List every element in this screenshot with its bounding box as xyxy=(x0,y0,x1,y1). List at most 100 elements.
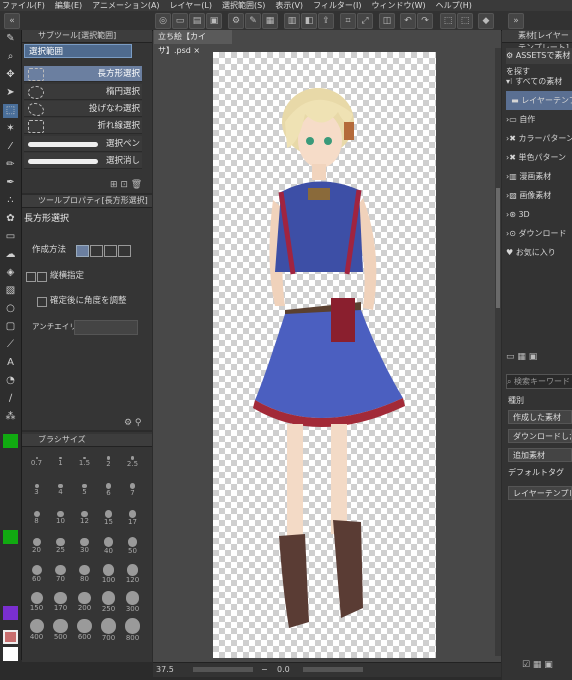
sub-color-icon[interactable] xyxy=(3,647,18,661)
menu-edit[interactable]: 編集(E) xyxy=(55,0,82,11)
fill-tool-icon[interactable]: ◈ xyxy=(3,266,18,280)
canvas-tab[interactable]: 立ち絵【カイサ】.psd × xyxy=(154,30,232,55)
brush-size-cell[interactable]: 60 xyxy=(26,562,47,583)
brush-size-cell[interactable]: 4 xyxy=(50,478,71,499)
add-selection-icon[interactable] xyxy=(90,245,103,257)
brush-size-cell[interactable]: 400 xyxy=(26,618,47,641)
zoom-tool-icon[interactable]: ⌕ xyxy=(3,50,18,64)
subtool-lasso-select[interactable]: 投げなわ選択 xyxy=(24,101,142,117)
brush-size-cell[interactable]: 20 xyxy=(26,534,47,555)
tag-created-materials[interactable]: 作成した素材 xyxy=(508,410,572,424)
airbrush-tool-icon[interactable]: ∴ xyxy=(3,194,18,208)
assets-search-button[interactable]: ⚙ ASSETSで素材を探す xyxy=(506,48,572,76)
menu-window[interactable]: ウィンドウ(W) xyxy=(372,0,426,11)
tool-settings-icon[interactable]: ⚙ xyxy=(228,13,244,29)
menu-layer[interactable]: レイヤー(L) xyxy=(170,0,212,11)
tree-item-color-pattern[interactable]: ›✖ カラーパターン xyxy=(506,129,572,148)
rotation-value[interactable]: 0.0 xyxy=(277,663,290,677)
brush-size-cell[interactable]: 1.5 xyxy=(74,450,95,471)
brush-size-cell[interactable]: 150 xyxy=(26,590,47,612)
purple-swatch-icon[interactable] xyxy=(3,606,18,620)
tree-item-mono-pattern[interactable]: ›✖ 単色パターン xyxy=(506,148,572,167)
tree-item-self-made[interactable]: ›▭ 自作 xyxy=(506,110,572,129)
brush-tool-icon[interactable]: ✒ xyxy=(3,176,18,190)
blend-tool-icon[interactable]: ☁ xyxy=(3,248,18,262)
material-view-icons[interactable]: ▭ ▦ ▣ xyxy=(506,352,537,362)
brush-size-cell[interactable]: 200 xyxy=(74,590,95,612)
line-correction-tool-icon[interactable]: ∕ xyxy=(3,392,18,406)
operation-tool-icon[interactable]: ➤ xyxy=(3,86,18,100)
subtool-group-tab[interactable]: 選択範囲 xyxy=(24,44,132,58)
clear-icon[interactable]: ◫ xyxy=(379,13,395,29)
rotation-slider[interactable] xyxy=(303,667,363,672)
brush-size-cell[interactable]: 300 xyxy=(122,590,143,613)
ruler-tool-icon[interactable]: ⟋ xyxy=(3,338,18,352)
close-tab-icon[interactable]: × xyxy=(193,46,200,55)
crop-icon[interactable]: ⌗ xyxy=(340,13,356,29)
tree-item-manga[interactable]: ›▥ 漫画素材 xyxy=(506,167,572,186)
pen-tool-icon[interactable]: ✎ xyxy=(3,32,18,46)
correction-tool-icon[interactable]: ⁂ xyxy=(3,410,18,424)
subtool-panel-actions-icon[interactable]: ⊞ ⊡ 🗑 xyxy=(110,180,142,190)
brush-size-cell[interactable]: 250 xyxy=(98,590,119,613)
transform-icon[interactable]: ⤢ xyxy=(357,13,373,29)
brush-size-cell[interactable]: 70 xyxy=(50,562,71,583)
brush-size-cell[interactable]: 15 xyxy=(98,506,119,527)
tree-item-image[interactable]: ›▨ 画像素材 xyxy=(506,186,572,205)
brush-size-cell[interactable]: 500 xyxy=(50,618,71,641)
tag-downloaded-materials[interactable]: ダウンロードした素材 xyxy=(508,429,572,443)
export-icon[interactable]: ⇪ xyxy=(318,13,334,29)
layer-icon[interactable]: ◧ xyxy=(301,13,317,29)
brush-size-cell[interactable]: 10 xyxy=(50,506,71,527)
grid-icon[interactable]: ▦ xyxy=(262,13,278,29)
zoom-out-icon[interactable]: − xyxy=(261,663,268,677)
brush-size-cell[interactable]: 30 xyxy=(74,534,95,555)
tree-item-layer-template[interactable]: ▬ レイヤーテンプレート xyxy=(506,91,572,110)
open-icon[interactable]: ▤ xyxy=(189,13,205,29)
zoom-value[interactable]: 37.5 xyxy=(153,665,174,674)
brush-size-cell[interactable]: 17 xyxy=(122,506,143,527)
brush-size-cell[interactable]: 8 xyxy=(26,506,47,527)
tree-item-favorites[interactable]: ♥ お気に入り xyxy=(506,243,572,262)
antialias-selector[interactable] xyxy=(74,320,138,335)
main-color-icon[interactable] xyxy=(3,630,18,644)
selection-tool-icon[interactable]: ⬚ xyxy=(3,104,18,118)
tag-layer-template[interactable]: レイヤーテンプレート xyxy=(508,486,572,500)
brush-size-cell[interactable]: 80 xyxy=(74,562,95,583)
undo-icon[interactable]: ↶ xyxy=(400,13,416,29)
text-tool-icon[interactable]: A xyxy=(3,356,18,370)
subtool-polyline-select[interactable]: 折れ線選択 xyxy=(24,118,142,134)
selection-clear-icon[interactable]: ⬚ xyxy=(457,13,473,29)
auto-select-tool-icon[interactable]: ✶ xyxy=(3,122,18,136)
brush-size-cell[interactable]: 120 xyxy=(122,562,143,584)
material-panel-bottom-icons[interactable]: ☑ ▦ ▣ xyxy=(522,660,553,670)
brush-size-cell[interactable]: 12 xyxy=(74,506,95,527)
expand-aspect-icon[interactable] xyxy=(26,272,36,282)
subtool-ellipse-select[interactable]: 楕円選択 xyxy=(24,84,142,100)
brush-size-cell[interactable]: 50 xyxy=(122,534,143,555)
decoration-tool-icon[interactable]: ✿ xyxy=(3,212,18,226)
brush-size-cell[interactable]: 170 xyxy=(50,590,71,612)
brush-size-cell[interactable]: 600 xyxy=(74,618,95,641)
brush-size-cell[interactable]: 2 xyxy=(98,450,119,471)
menu-help[interactable]: ヘルプ(H) xyxy=(436,0,472,11)
collapse-icon[interactable]: « xyxy=(4,13,20,29)
brush-size-cell[interactable]: 1 xyxy=(50,450,71,471)
gradient-tool-icon[interactable]: ▧ xyxy=(3,284,18,298)
menu-view[interactable]: 表示(V) xyxy=(275,0,303,11)
aspect-checkbox[interactable] xyxy=(37,272,47,282)
scrollbar-thumb[interactable] xyxy=(496,188,500,308)
timeline-icon[interactable]: ▥ xyxy=(284,13,300,29)
brush-size-cell[interactable]: 800 xyxy=(122,618,143,642)
save-icon[interactable]: ▣ xyxy=(206,13,222,29)
brush-size-cell[interactable]: 3 xyxy=(26,478,47,499)
pencil-tool-icon[interactable]: ✏ xyxy=(3,158,18,172)
frame-tool-icon[interactable]: ▢ xyxy=(3,320,18,334)
expand-icon[interactable]: » xyxy=(508,13,524,29)
move-tool-icon[interactable]: ✥ xyxy=(3,68,18,82)
brush-size-cell[interactable]: 6 xyxy=(98,478,119,499)
green-swatch-2-icon[interactable] xyxy=(3,530,18,544)
new-file-icon[interactable]: ▭ xyxy=(172,13,188,29)
fill-icon[interactable]: ◆ xyxy=(478,13,494,29)
redo-icon[interactable]: ↷ xyxy=(417,13,433,29)
